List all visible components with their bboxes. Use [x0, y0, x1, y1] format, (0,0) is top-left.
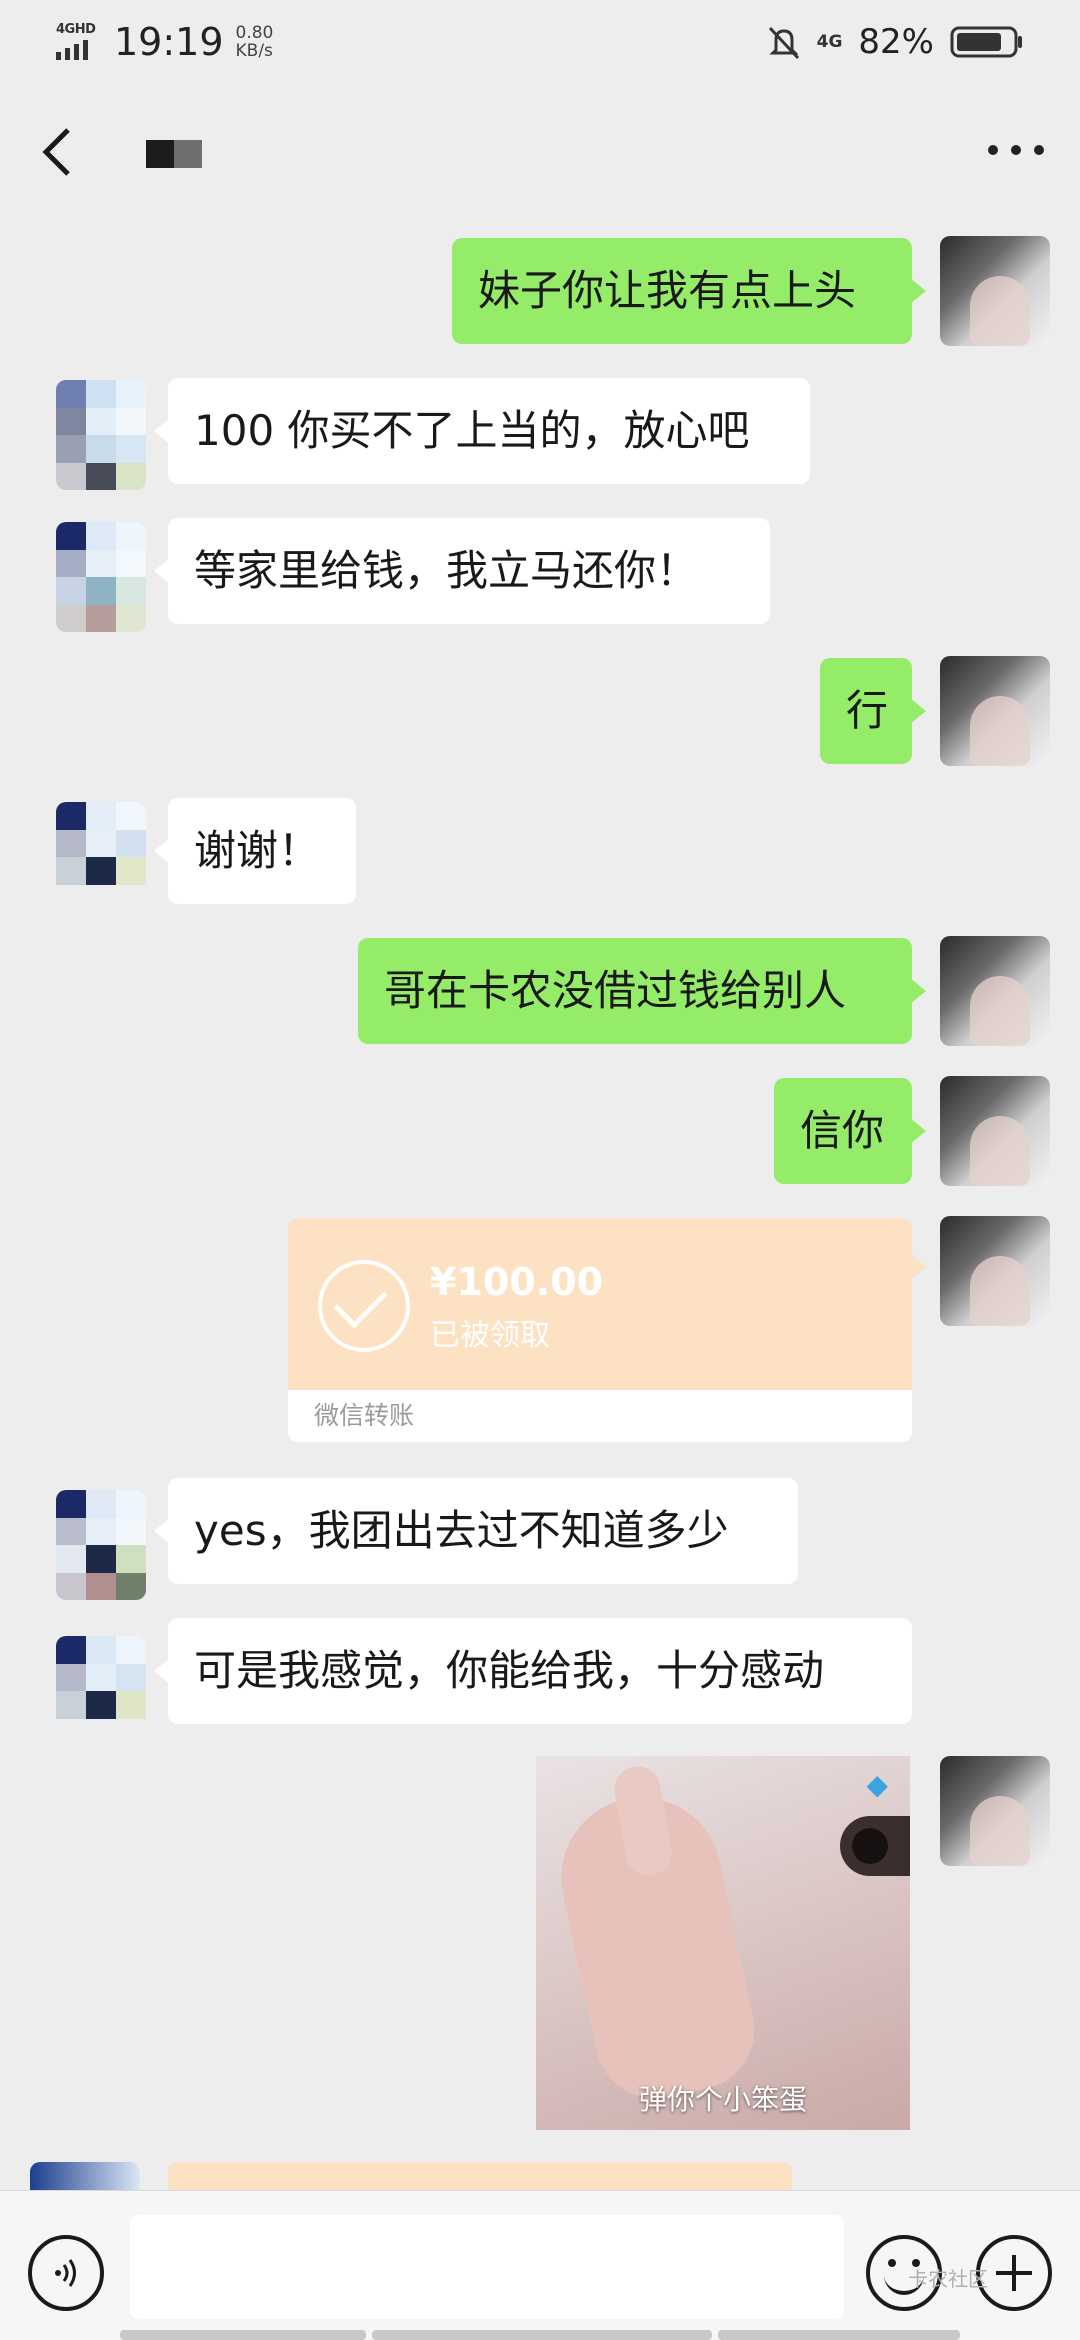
- avatar-contact[interactable]: [56, 522, 146, 632]
- transfer-card[interactable]: ¥100.00 已被领取 微信转账: [288, 1218, 912, 1442]
- more-button[interactable]: [988, 136, 1044, 164]
- transfer-card-partial[interactable]: [168, 2162, 792, 2190]
- mute-bell-icon: [767, 24, 801, 60]
- network-right-label: 4G: [816, 32, 843, 52]
- voice-icon: [55, 2259, 76, 2287]
- avatar-contact[interactable]: [56, 802, 146, 912]
- avatar-contact[interactable]: [56, 1636, 146, 1746]
- chevron-left-icon: [42, 128, 70, 176]
- more-dots-icon: [988, 145, 998, 155]
- transfer-bubble-tail: [910, 1254, 926, 1280]
- message-bubble-incoming[interactable]: 可是我感觉，你能给我，十分感动: [154, 1618, 912, 1724]
- clock-time: 19:19: [114, 20, 224, 64]
- avatar-self[interactable]: [940, 656, 1050, 766]
- message-bubble-outgoing[interactable]: 行: [820, 658, 926, 764]
- chat-header: [0, 84, 1080, 216]
- contact-name-redacted: [146, 140, 202, 168]
- network-type-label: 4GHD: [56, 22, 96, 37]
- chat-area[interactable]: 妹子你让我有点上头 100 你买不了上当的，放心吧 等家里给钱，我立马还你！ 行…: [0, 216, 1080, 2190]
- transfer-status: 已被领取: [430, 1318, 550, 1353]
- avatar-self[interactable]: [940, 936, 1050, 1046]
- speed-unit: KB/s: [235, 41, 273, 61]
- avatar-self[interactable]: [940, 1756, 1050, 1866]
- input-bar: 卡农社区: [0, 2190, 1080, 2340]
- sticker-caption: 弹你个小笨蛋: [638, 2083, 807, 2116]
- checkmark-icon: [318, 1260, 410, 1352]
- message-bubble-incoming[interactable]: yes，我团出去过不知道多少: [154, 1478, 798, 1584]
- status-left: 4GHD 19:19 0.80 KB/s: [56, 20, 273, 64]
- cat-logo-icon: ◆: [866, 1768, 888, 1801]
- speed-value: 0.80: [235, 23, 274, 43]
- avatar-self[interactable]: [940, 1216, 1050, 1326]
- avatar-contact[interactable]: [56, 380, 146, 490]
- message-input[interactable]: [130, 2215, 844, 2319]
- gesture-bar: [120, 2330, 366, 2340]
- battery-icon: [950, 24, 1024, 60]
- status-right: 4G 82%: [767, 22, 1024, 62]
- avatar-contact[interactable]: [56, 1490, 146, 1600]
- transfer-footer: 微信转账: [314, 1401, 415, 1430]
- message-bubble-incoming[interactable]: 谢谢！: [154, 798, 356, 904]
- status-bar: 4GHD 19:19 0.80 KB/s 4G 82%: [0, 0, 1080, 84]
- gesture-bar: [372, 2330, 712, 2340]
- message-bubble-incoming[interactable]: 100 你买不了上当的，放心吧: [154, 378, 810, 484]
- message-bubble-outgoing[interactable]: 哥在卡农没借过钱给别人: [358, 938, 926, 1044]
- signal-icon: 4GHD: [56, 22, 104, 62]
- gesture-bar: [718, 2330, 960, 2340]
- message-bubble-outgoing[interactable]: 妹子你让我有点上头: [452, 238, 926, 344]
- watermark-text: 卡农社区: [908, 2267, 988, 2291]
- avatar-self[interactable]: [940, 236, 1050, 346]
- message-bubble-outgoing[interactable]: 信你: [774, 1078, 926, 1184]
- message-bubble-incoming[interactable]: 等家里给钱，我立马还你！: [154, 518, 770, 624]
- network-speed: 0.80 KB/s: [236, 24, 274, 60]
- sticker-image[interactable]: ◆ 弹你个小笨蛋: [536, 1756, 910, 2130]
- back-button[interactable]: [36, 124, 80, 180]
- transfer-body: ¥100.00 已被领取: [288, 1218, 912, 1390]
- avatar-contact[interactable]: [30, 2162, 140, 2190]
- battery-percent: 82%: [858, 22, 934, 62]
- avatar-self[interactable]: [940, 1076, 1050, 1186]
- voice-button[interactable]: [28, 2235, 104, 2311]
- transfer-amount: ¥100.00: [430, 1260, 604, 1304]
